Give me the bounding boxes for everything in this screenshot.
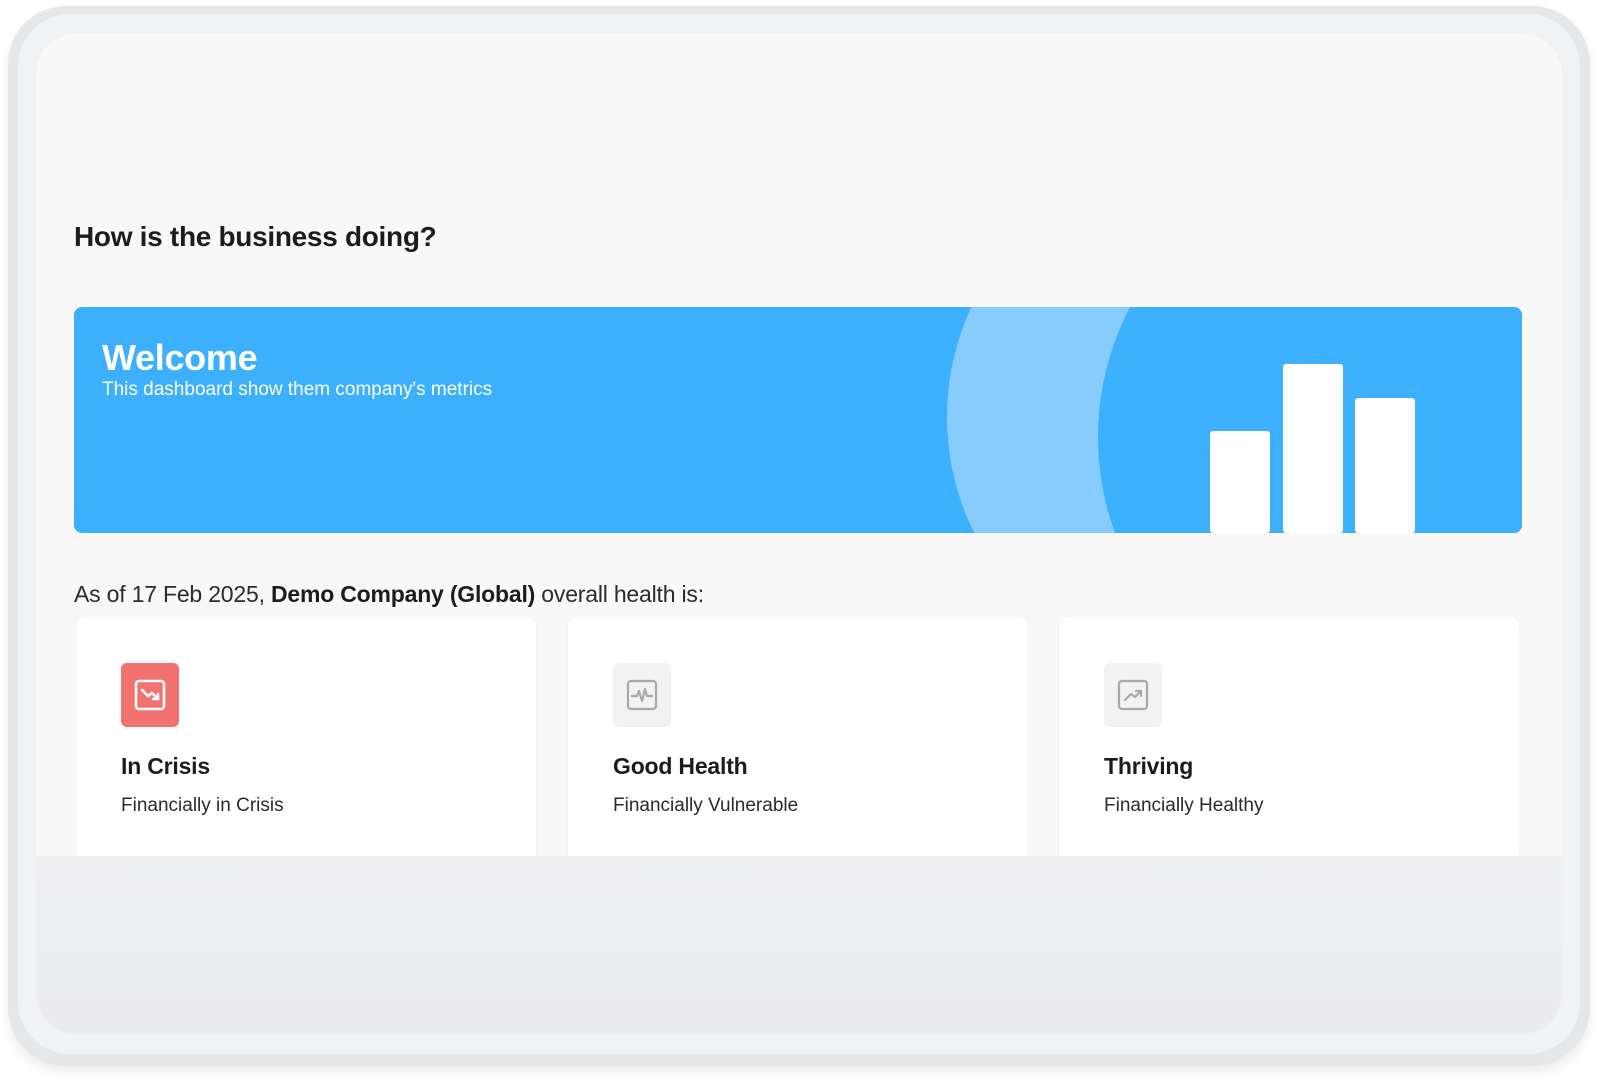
card-title: Thriving: [1104, 753, 1194, 779]
card-title: In Crisis: [121, 753, 210, 779]
screen: How is the business doing? Welcome This …: [36, 34, 1562, 1034]
device-bezel: How is the business doing? Welcome This …: [18, 14, 1580, 1054]
trending-up-icon: [1104, 663, 1162, 727]
card-title: Good Health: [613, 753, 748, 779]
banner-title: Welcome: [102, 337, 258, 378]
illustration-bar-3: [1355, 398, 1415, 533]
health-card-in-crisis[interactable]: In Crisis Financially in Crisis: [76, 617, 536, 863]
card-subtitle: Financially Vulnerable: [613, 795, 799, 816]
trending-down-icon: [121, 663, 179, 727]
bar-chart-illustration-icon: [1210, 364, 1415, 533]
health-card-thriving[interactable]: Thriving Financially Healthy: [1059, 617, 1519, 863]
top-area: [36, 34, 1562, 201]
health-suffix-text: overall health is:: [535, 581, 704, 607]
company-name: Demo Company (Global): [270, 581, 536, 607]
card-subtitle: Financially Healthy: [1104, 795, 1264, 816]
dashboard-content: How is the business doing? Welcome This …: [36, 201, 1562, 863]
card-subtitle: Financially in Crisis: [121, 795, 284, 816]
page-title: How is the business doing?: [74, 221, 437, 252]
welcome-banner: Welcome This dashboard show them company…: [74, 307, 1522, 533]
device-frame: How is the business doing? Welcome This …: [8, 6, 1590, 1066]
bottom-area: [36, 856, 1562, 1034]
illustration-bar-1: [1210, 431, 1270, 533]
banner-subtitle: This dashboard show them company's metri…: [102, 379, 493, 400]
health-statement: As of 17 Feb 2025, Demo Company (Global)…: [74, 581, 704, 608]
illustration-bar-2: [1283, 364, 1343, 533]
health-cards: In Crisis Financially in Crisis Good Hea…: [76, 617, 1522, 863]
pulse-icon: [613, 663, 671, 727]
health-card-good-health[interactable]: Good Health Financially Vulnerable: [568, 617, 1028, 863]
health-date-text: As of 17 Feb 2025,: [74, 581, 271, 607]
